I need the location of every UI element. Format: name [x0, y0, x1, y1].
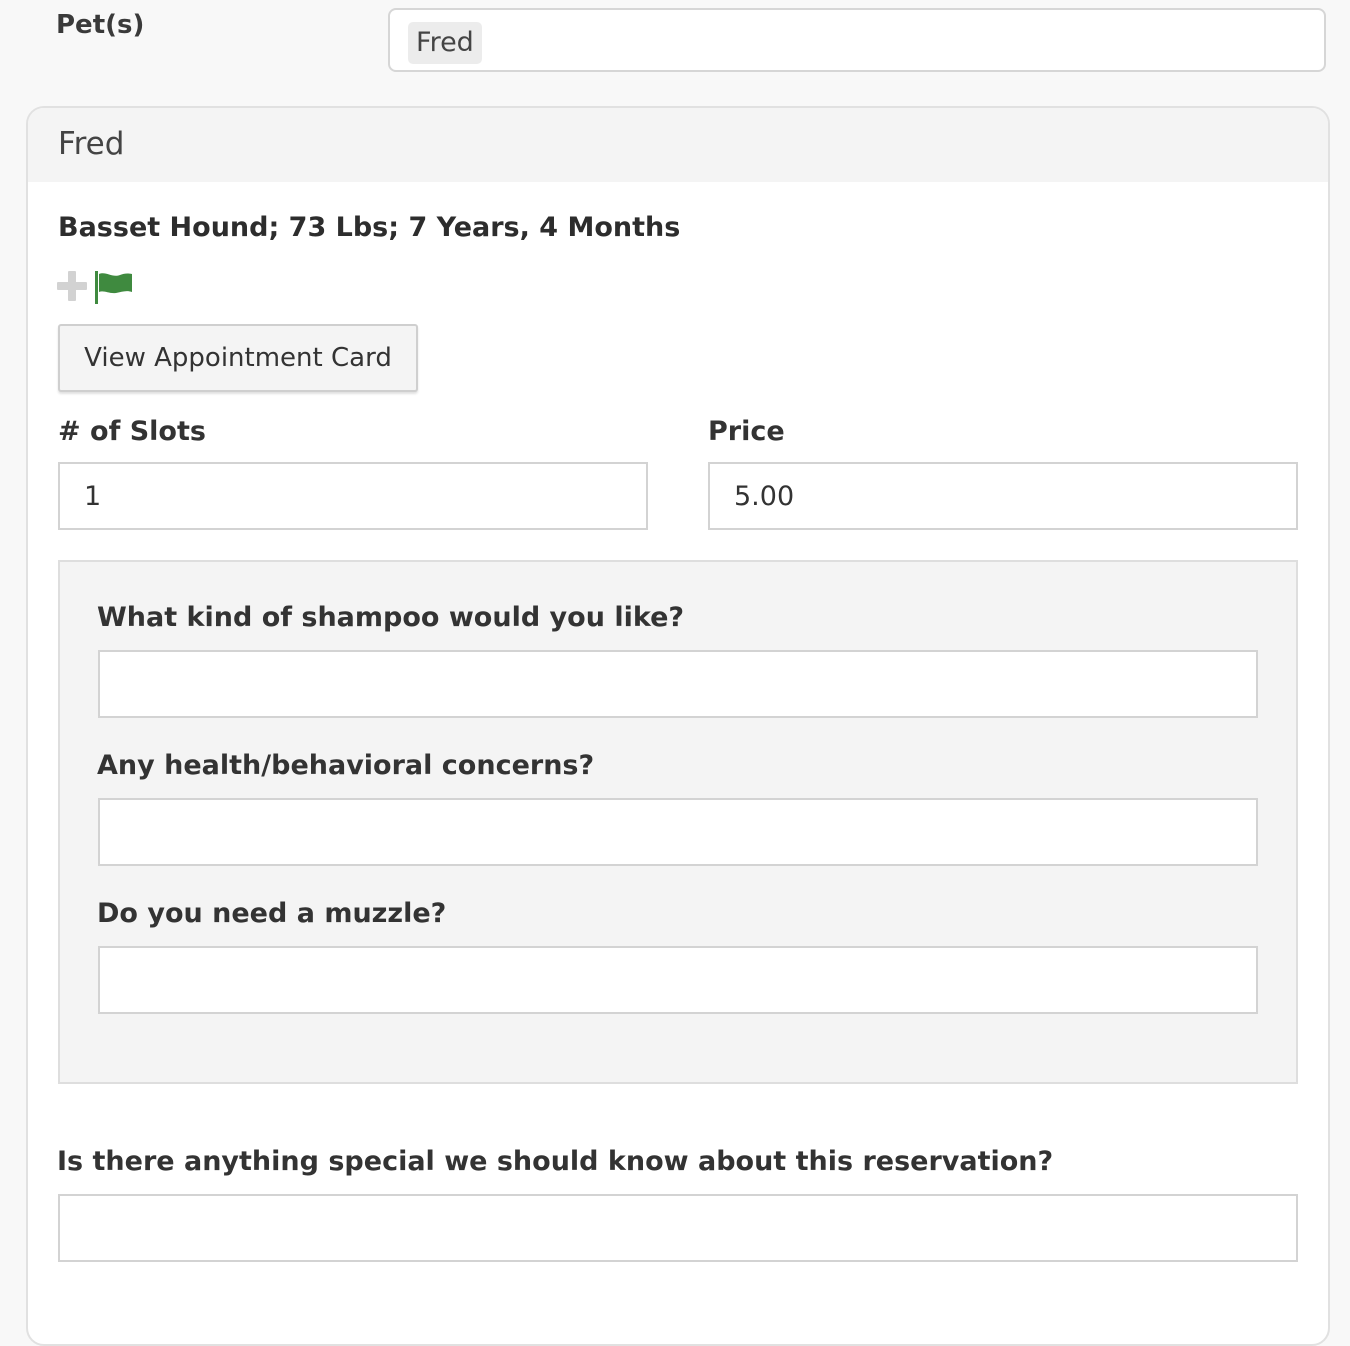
price-label: Price — [708, 416, 785, 447]
special-request-label: Is there anything special we should know… — [57, 1146, 1054, 1177]
shampoo-answer-input[interactable] — [98, 650, 1258, 718]
pet-summary: Basset Hound; 73 Lbs; 7 Years, 4 Months — [58, 212, 681, 243]
special-request-input[interactable] — [58, 1194, 1298, 1262]
pet-tag[interactable]: Fred — [408, 22, 482, 64]
pets-multiselect[interactable]: Fred — [388, 8, 1326, 72]
view-appointment-card-button[interactable]: View Appointment Card — [58, 324, 418, 392]
slots-label: # of Slots — [58, 416, 206, 447]
shampoo-question-label: What kind of shampoo would you like? — [97, 602, 685, 633]
health-question-label: Any health/behavioral concerns? — [97, 750, 595, 781]
plus-icon[interactable] — [56, 270, 88, 302]
price-input[interactable] — [708, 462, 1298, 530]
pet-panel: Fred Basset Hound; 73 Lbs; 7 Years, 4 Mo… — [26, 106, 1330, 1346]
muzzle-answer-input[interactable] — [98, 946, 1258, 1014]
slots-input[interactable] — [58, 462, 648, 530]
muzzle-question-label: Do you need a muzzle? — [97, 898, 447, 929]
health-answer-input[interactable] — [98, 798, 1258, 866]
pet-panel-title: Fred — [58, 126, 125, 162]
custom-questions-box: What kind of shampoo would you like? Any… — [58, 560, 1298, 1084]
flag-icon[interactable] — [94, 270, 134, 304]
pet-panel-header: Fred — [28, 108, 1328, 182]
pets-label: Pet(s) — [56, 10, 145, 40]
